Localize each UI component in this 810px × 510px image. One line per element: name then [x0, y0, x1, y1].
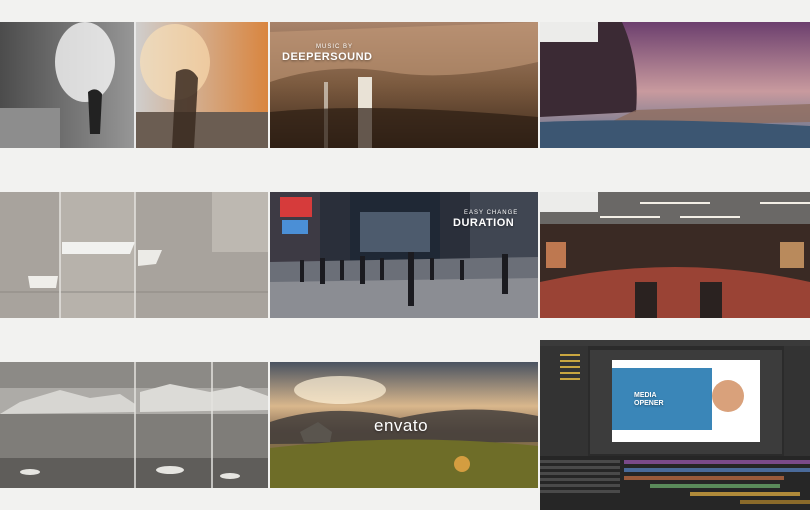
opener-title: OPENER	[634, 400, 664, 407]
subway-station-tile	[540, 192, 810, 318]
boats-sea-tile	[0, 192, 268, 318]
landscape-logo-tile: envato	[270, 362, 538, 488]
cliff-coast-tile	[540, 22, 810, 148]
deepersound-title: DEEPERSOUND	[282, 51, 373, 63]
splash-photo-tile	[0, 22, 268, 148]
envato-logo: envato	[374, 416, 429, 435]
duration-title: DURATION	[453, 217, 515, 229]
icebergs-tile	[0, 362, 268, 488]
media-title: MEDIA	[634, 392, 657, 399]
waterfall-tile: MUSIC BY DEEPERSOUND	[270, 22, 538, 148]
music-by-label: MUSIC BY	[316, 44, 354, 50]
city-street-tile: EASY CHANGE DURATION	[270, 192, 538, 318]
editor-screenshot-tile: MEDIA OPENER	[540, 340, 810, 510]
easy-change-label: EASY CHANGE	[464, 210, 519, 216]
